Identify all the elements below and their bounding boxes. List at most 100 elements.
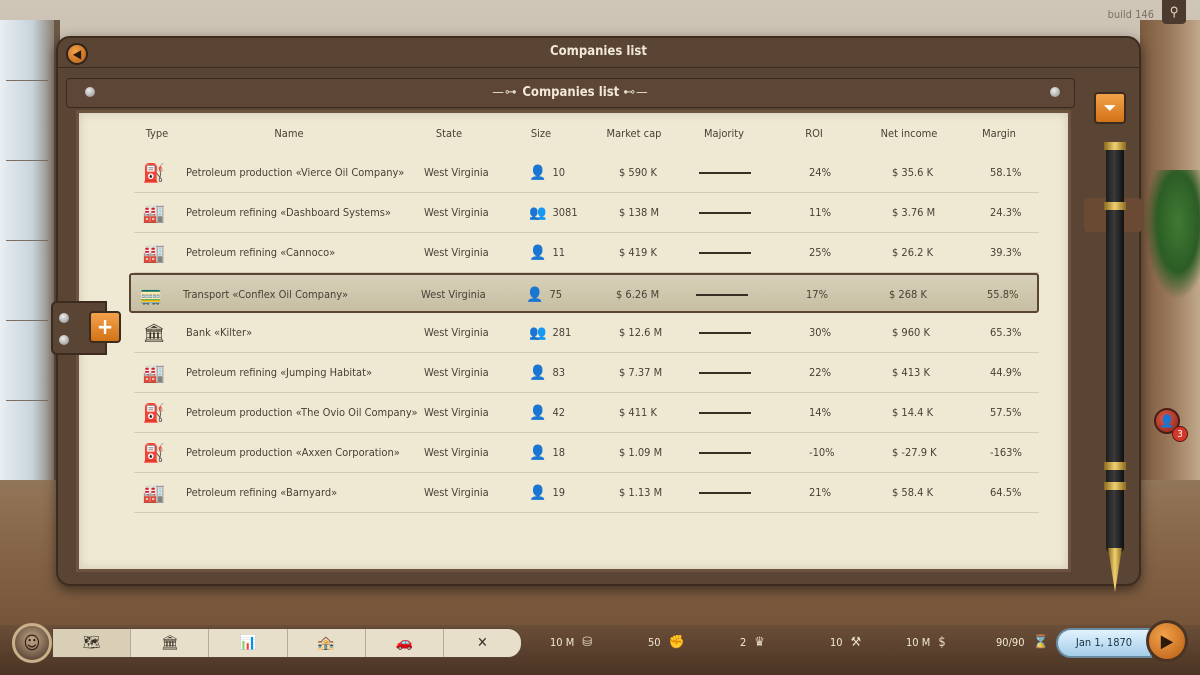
company-roi: 11%: [809, 206, 831, 219]
company-market-cap: $ 411 K: [619, 406, 657, 419]
avatar[interactable]: ☺: [12, 623, 52, 663]
refinery-icon: 🏭: [142, 242, 166, 264]
person-three-icon: 👥: [529, 205, 547, 221]
portrait-icon: ☺: [23, 632, 41, 654]
col-header-market-cap[interactable]: Market cap: [589, 127, 679, 140]
map-icon: 🗺: [82, 635, 101, 651]
company-size: 19: [552, 486, 566, 499]
company-market-cap: $ 6.26 M: [616, 288, 660, 301]
table-row[interactable]: 🏭 Petroleum refining «Cannoco» West Virg…: [134, 233, 1039, 273]
company-market-cap: $ 12.6 M: [619, 326, 663, 339]
company-margin: 57.5%: [990, 406, 1022, 419]
table-row[interactable]: ⛽ Petroleum production «Vierce Oil Compa…: [134, 153, 1039, 193]
col-header-name[interactable]: Name: [244, 127, 334, 140]
ornament-left-icon: —⊶: [492, 85, 523, 100]
col-header-type[interactable]: Type: [137, 127, 177, 140]
col-header-state[interactable]: State: [409, 127, 489, 140]
company-name: Petroleum production «The Ovio Oil Compa…: [186, 406, 418, 419]
coins-icon: ⛁: [582, 635, 593, 650]
rivet-icon: [85, 87, 95, 97]
table-row[interactable]: 🏭 Petroleum refining «Barnyard» West Vir…: [134, 473, 1039, 513]
company-size: 83: [552, 366, 566, 379]
company-name: Transport «Conflex Oil Company»: [183, 288, 349, 301]
stat-cash: 10 M $: [906, 628, 946, 658]
add-button[interactable]: +: [89, 311, 121, 343]
nav-bank[interactable]: 🏛: [131, 629, 210, 657]
companies-window: ◀ Companies list —⊶ Companies list ⊷— Ty…: [51, 36, 1142, 592]
majority-bar: [699, 412, 751, 414]
company-margin: 39.3%: [990, 246, 1022, 259]
tank-car-icon: 🚃: [139, 284, 163, 306]
table-row[interactable]: 🏭 Petroleum refining «Jumping Habitat» W…: [134, 353, 1039, 393]
rivet-icon: [59, 335, 69, 345]
company-margin: 55.8%: [987, 288, 1019, 301]
company-net-income: $ -27.9 K: [892, 446, 937, 459]
refinery-icon: 🏭: [142, 482, 166, 504]
col-header-majority[interactable]: Majority: [679, 127, 769, 140]
bar-chart-icon: 📊: [239, 635, 257, 651]
company-margin: 44.9%: [990, 366, 1022, 379]
company-market-cap: $ 419 K: [619, 246, 657, 259]
nav-network[interactable]: ✕: [444, 629, 521, 657]
play-button[interactable]: ▶: [1146, 620, 1188, 662]
person-one-icon: 👤: [529, 485, 547, 501]
company-state: West Virginia: [424, 486, 489, 499]
window-title: Companies list: [58, 38, 1139, 68]
company-state: West Virginia: [424, 446, 489, 459]
nav-map[interactable]: 🗺: [53, 629, 132, 657]
table-row[interactable]: 🏭 Petroleum refining «Dashboard Systems»…: [134, 193, 1039, 233]
table-row[interactable]: ⛽ Petroleum production «The Ovio Oil Com…: [134, 393, 1039, 433]
company-net-income: $ 960 K: [892, 326, 930, 339]
table-row[interactable]: ⛽ Petroleum production «Axxen Corporatio…: [134, 433, 1039, 473]
col-header-size[interactable]: Size: [511, 127, 571, 140]
company-size: 42: [552, 406, 566, 419]
company-name: Petroleum refining «Barnyard»: [186, 486, 338, 499]
company-roi: -10%: [809, 446, 835, 459]
stat-time: 90/90 ⌛: [996, 628, 1049, 658]
company-size: 281: [552, 326, 572, 339]
company-name: Petroleum refining «Cannoco»: [186, 246, 336, 259]
hourglass-icon: ⌛: [1032, 635, 1049, 650]
stat-prestige: 2 ♛: [740, 628, 765, 658]
bank-icon: 🏛: [142, 322, 166, 344]
col-header-roi[interactable]: ROI: [784, 127, 844, 140]
company-roi: 25%: [809, 246, 831, 259]
nav-strip: 🗺 🏛 📊 🏤 🚗 ✕: [52, 628, 522, 658]
company-state: West Virginia: [424, 206, 489, 219]
company-state: West Virginia: [424, 366, 489, 379]
col-header-net-income[interactable]: Net income: [859, 127, 959, 140]
company-net-income: $ 14.4 K: [892, 406, 934, 419]
company-market-cap: $ 590 K: [619, 166, 657, 179]
table-row[interactable]: 🚃 Transport «Conflex Oil Company» West V…: [129, 273, 1039, 313]
company-roi: 24%: [809, 166, 831, 179]
rivet-icon: [1050, 87, 1060, 97]
majority-bar: [699, 492, 751, 494]
company-margin: 24.3%: [990, 206, 1022, 219]
nav-vehicles[interactable]: 🚗: [366, 629, 444, 657]
fountain-pen-icon: [1104, 142, 1126, 592]
company-market-cap: $ 7.37 M: [619, 366, 663, 379]
company-margin: -163%: [990, 446, 1022, 459]
person-one-icon: 👤: [529, 165, 547, 181]
date-display[interactable]: Jan 1, 1870: [1056, 628, 1152, 658]
nav-government[interactable]: 🏤: [288, 629, 366, 657]
person-one-icon: 👤: [526, 287, 544, 303]
company-name: Petroleum refining «Jumping Habitat»: [186, 366, 373, 379]
majority-bar: [696, 294, 748, 296]
refinery-icon: 🏭: [142, 202, 166, 224]
table-row[interactable]: 🏛 Bank «Kilter» West Virginia 👥 281 $ 12.…: [134, 313, 1039, 353]
col-header-margin[interactable]: Margin: [954, 127, 1044, 140]
company-state: West Virginia: [421, 288, 486, 301]
plus-icon: +: [96, 314, 114, 340]
company-state: West Virginia: [424, 246, 489, 259]
company-margin: 64.5%: [990, 486, 1022, 499]
oil-pump-icon: ⛽: [142, 442, 166, 464]
nav-stats[interactable]: 📊: [209, 629, 288, 657]
oil-pump-icon: ⛽: [142, 402, 166, 424]
pin-icon[interactable]: ⚲: [1162, 0, 1186, 24]
company-name: Petroleum production «Axxen Corporation»: [186, 446, 400, 459]
companies-table: Type Name State Size Market cap Majority…: [51, 110, 1071, 572]
company-size: 10: [552, 166, 566, 179]
filter-button[interactable]: ⏷: [1094, 92, 1126, 124]
company-state: West Virginia: [424, 326, 489, 339]
